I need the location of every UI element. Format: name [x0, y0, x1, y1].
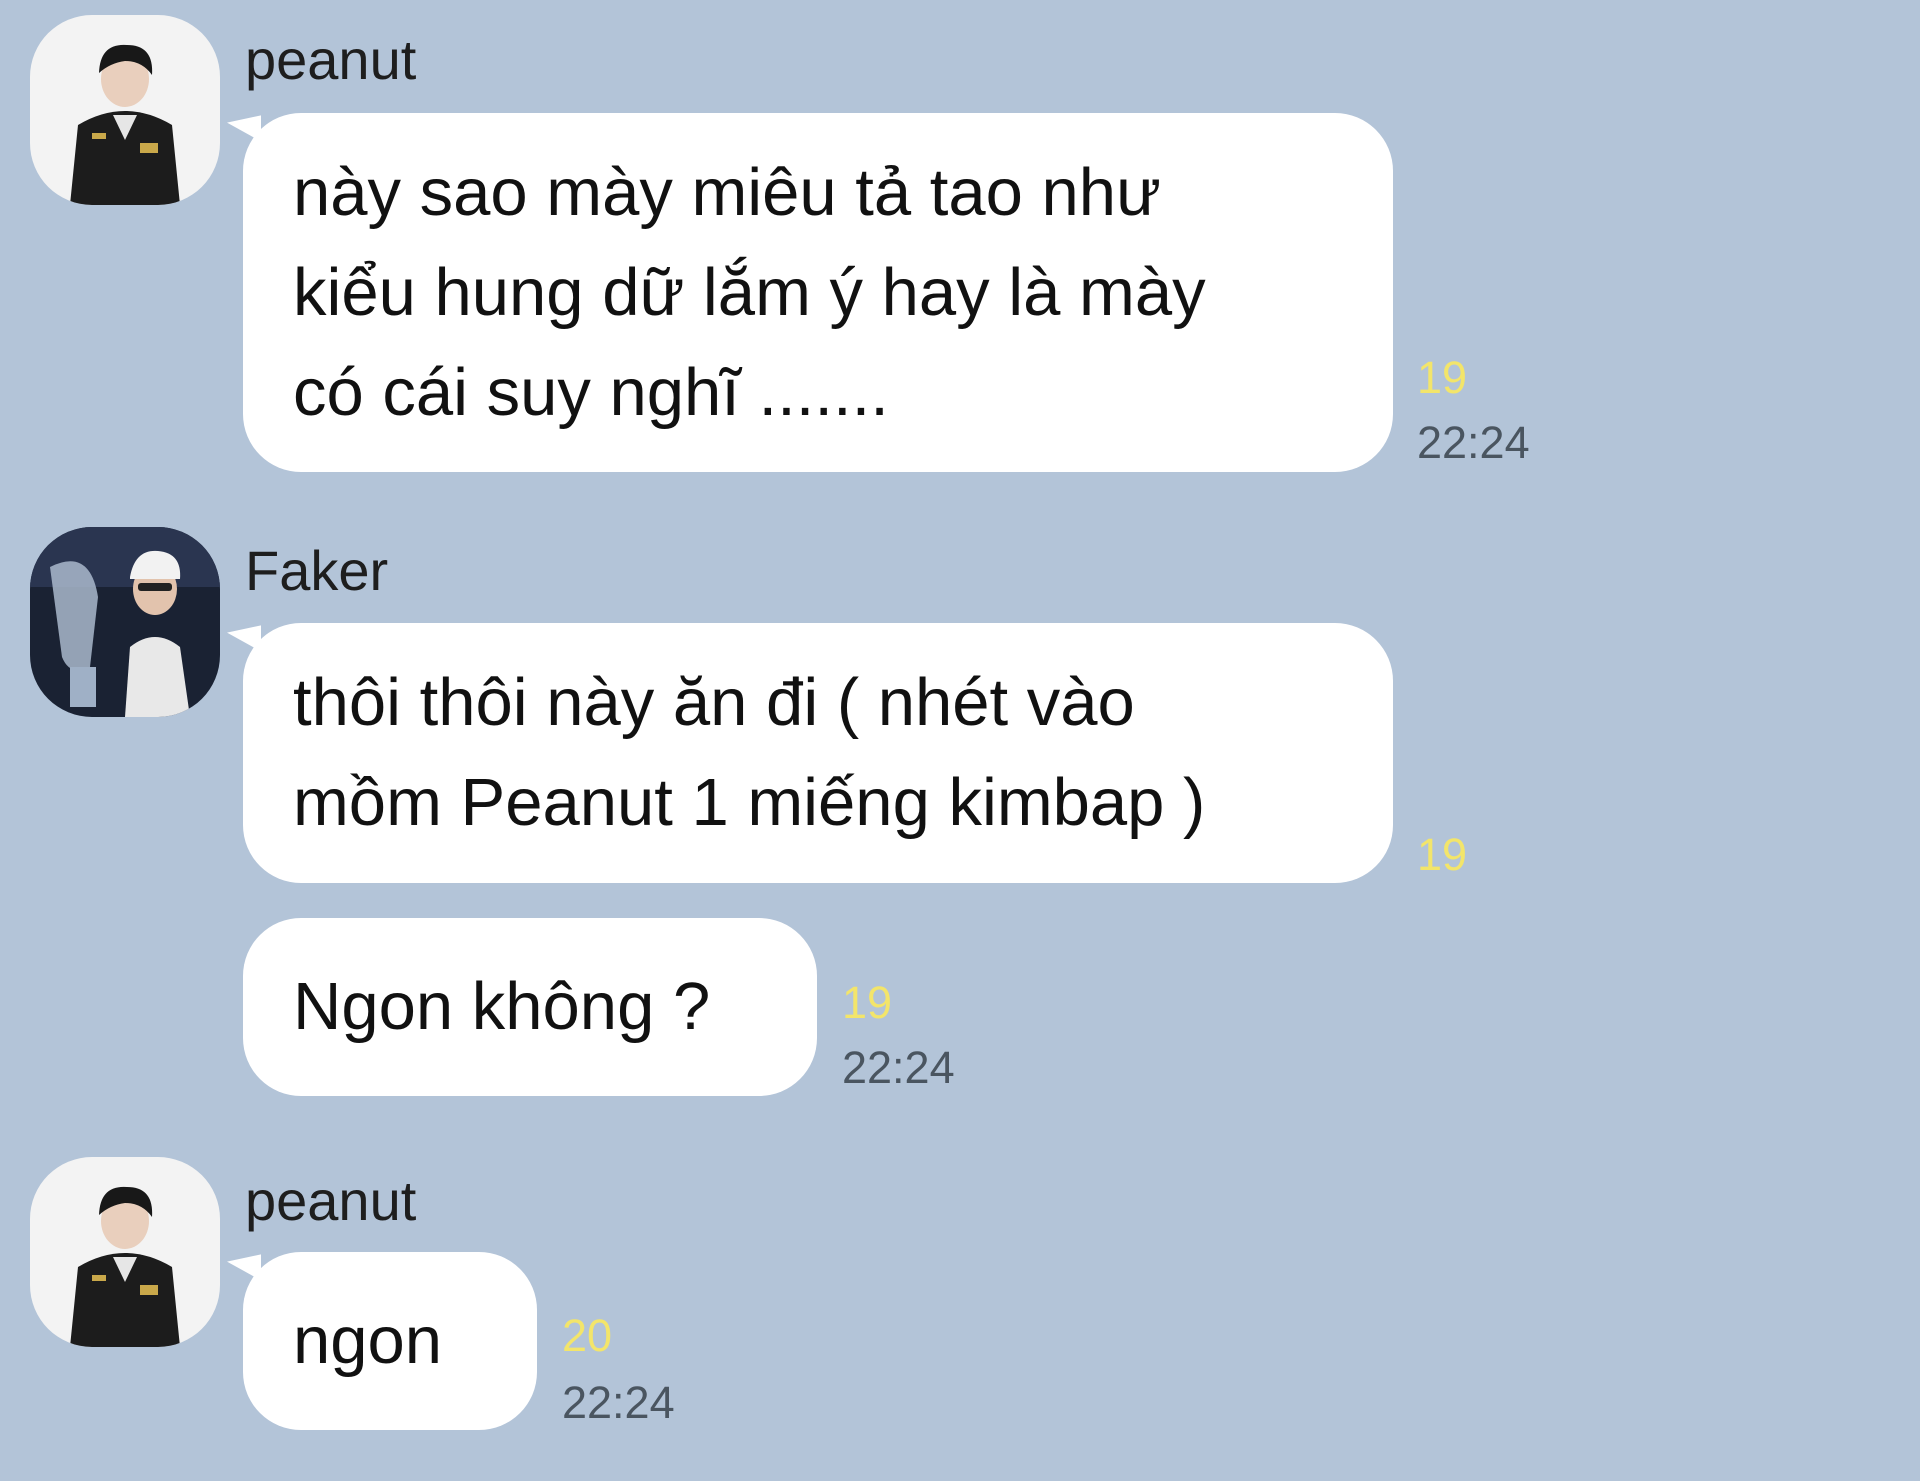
- peanut-avatar-image: [30, 1157, 220, 1347]
- timestamp: 22:24: [842, 1042, 955, 1093]
- message-line: ngon: [293, 1303, 443, 1378]
- message-line: này sao mày miêu tả tao như: [293, 155, 1161, 230]
- timestamp: 22:24: [1417, 417, 1530, 468]
- message-line: có cái suy nghĩ .......: [293, 355, 889, 430]
- sender-name: peanut: [245, 28, 417, 91]
- peanut-avatar-image: [30, 15, 220, 205]
- message-bubble[interactable]: ngon: [243, 1252, 537, 1430]
- message-line: thôi thôi này ăn đi ( nhét vào: [293, 665, 1135, 740]
- unread-count: 20: [562, 1310, 613, 1361]
- message-bubble[interactable]: này sao mày miêu tả tao như kiểu hung dữ…: [243, 113, 1393, 472]
- sender-name: Faker: [245, 539, 389, 602]
- message-bubble[interactable]: thôi thôi này ăn đi ( nhét vào mồm Peanu…: [243, 623, 1393, 883]
- message-line: kiểu hung dữ lắm ý hay là mày: [293, 255, 1206, 330]
- unread-count: 19: [1417, 352, 1468, 403]
- faker-avatar-image: [30, 527, 220, 717]
- peanut-avatar[interactable]: [30, 15, 220, 205]
- unread-count: 19: [1417, 829, 1468, 880]
- chat-window: peanut này sao mày miêu tả tao như kiểu …: [0, 0, 1920, 1481]
- timestamp: 22:24: [562, 1377, 675, 1428]
- unread-count: 19: [842, 977, 893, 1028]
- message-bubble[interactable]: Ngon không ?: [243, 918, 817, 1096]
- faker-avatar[interactable]: [30, 527, 220, 717]
- peanut-avatar[interactable]: [30, 1157, 220, 1347]
- message-line: mồm Peanut 1 miếng kimbap ): [293, 765, 1206, 840]
- message-line: Ngon không ?: [293, 969, 711, 1044]
- sender-name: peanut: [245, 1169, 417, 1232]
